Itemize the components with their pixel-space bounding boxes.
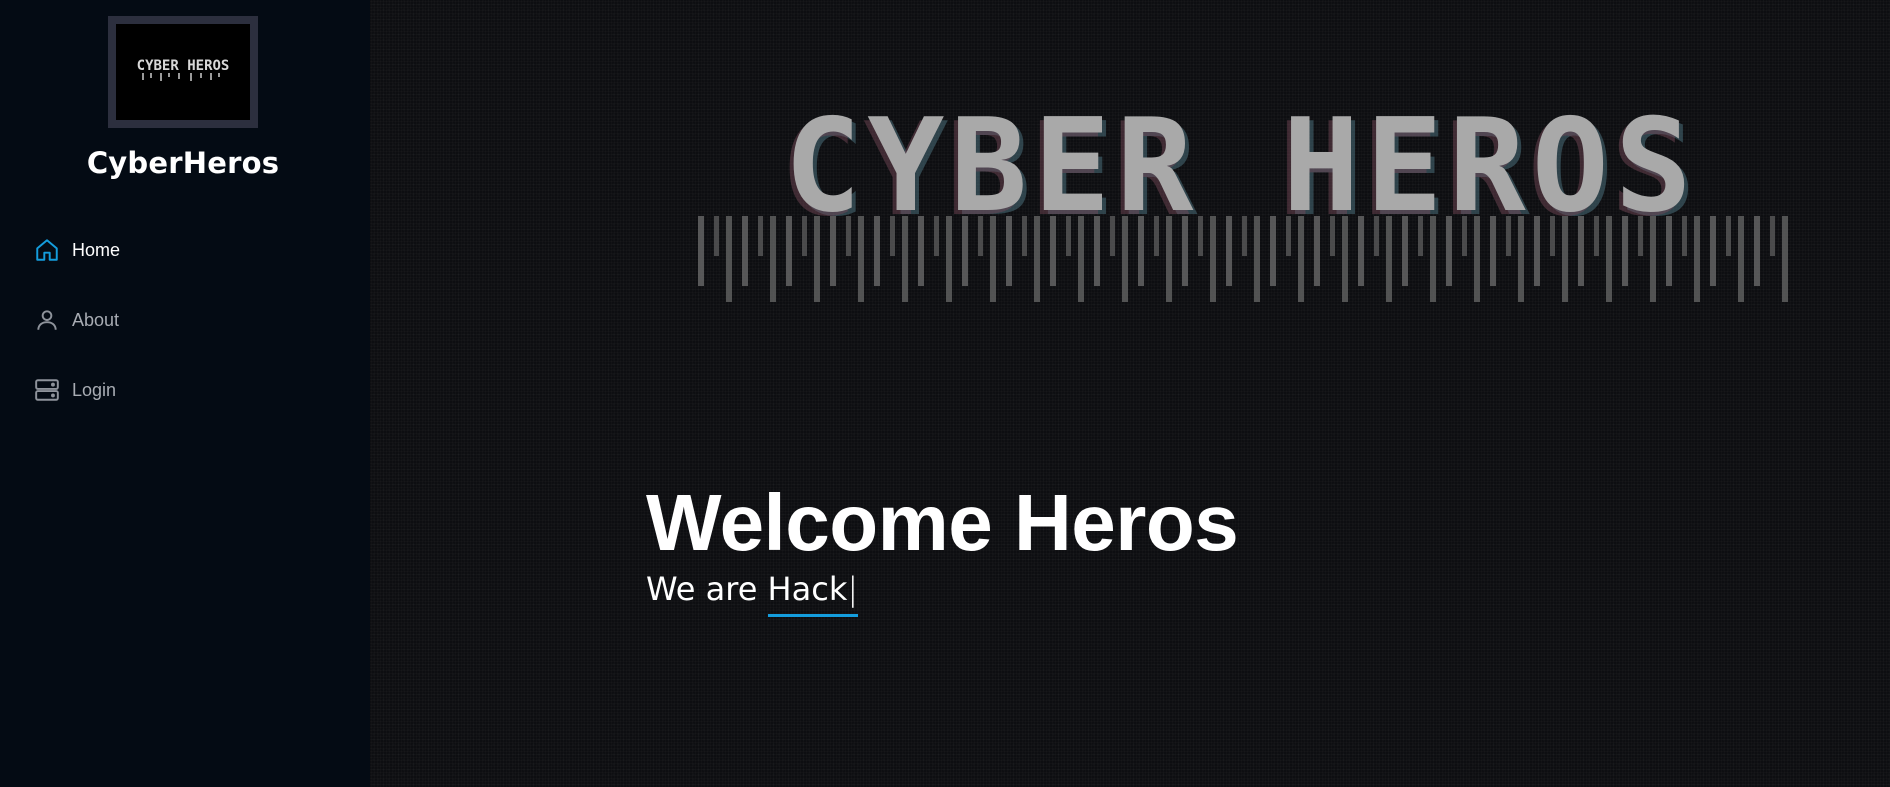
user-icon <box>34 307 60 333</box>
hero-title: Welcome Heros <box>646 478 1239 567</box>
typed-word: Hack| <box>767 566 859 617</box>
hero-text: Welcome Heros We are Hack| <box>646 478 1239 617</box>
nav-label-about: About <box>72 309 120 330</box>
typing-cursor: | <box>847 570 859 608</box>
typed-word-text: Hack <box>767 570 848 608</box>
brand-name[interactable]: CyberHeros <box>0 146 366 180</box>
hero-logo: CYBER HEROS CYBER HEROS CYBER HEROS <box>692 96 1792 302</box>
logo-image: CYBER HEROS <box>116 24 250 120</box>
hero-subtitle: We are Hack| <box>646 566 1238 617</box>
svg-text:CYBER HEROS: CYBER HEROS <box>137 58 230 74</box>
app-root: CYBER HEROS CyberHeros Home About Login … <box>0 0 1890 787</box>
nav-item-login[interactable]: Login <box>34 374 116 406</box>
nav-label-home: Home <box>72 239 121 260</box>
hero-logo-text: CYBER HEROS <box>784 96 1698 241</box>
subtitle-prefix: We are <box>646 570 768 608</box>
sidebar: CYBER HEROS CyberHeros Home About Login <box>0 0 370 787</box>
nav-item-about[interactable]: About <box>34 304 119 336</box>
nav-label-login: Login <box>72 379 117 400</box>
nav-item-home[interactable]: Home <box>34 234 120 266</box>
server-icon <box>34 377 60 403</box>
main-content: CYBER HEROS CYBER HEROS CYBER HEROS Welc… <box>370 0 1890 787</box>
home-icon <box>34 237 60 263</box>
profile-logo: CYBER HEROS <box>108 16 258 128</box>
